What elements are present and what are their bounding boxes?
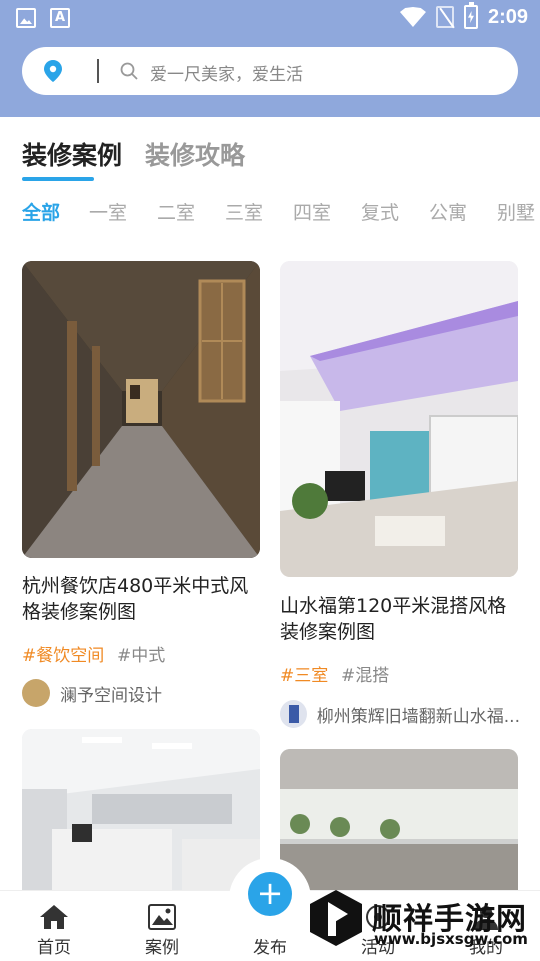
case-photo-restaurant[interactable] xyxy=(280,749,518,899)
case-tag[interactable]: #三室 xyxy=(280,661,328,686)
author-name: 澜予空间设计 xyxy=(60,685,162,706)
category-two-room[interactable]: 二室 xyxy=(157,198,195,225)
wifi-icon xyxy=(399,7,426,27)
case-tag[interactable]: #餐饮空间 xyxy=(22,641,104,666)
category-filter: 全部 一室 二室 三室 四室 复式 公寓 别墅 xyxy=(0,198,540,228)
tab-decoration-cases[interactable]: 装修案例 xyxy=(22,136,122,172)
status-time: 2:09 xyxy=(487,5,528,28)
case-photo-corridor[interactable] xyxy=(22,261,260,558)
case-title[interactable]: 杭州餐饮店480平米中式风格装修案例图 xyxy=(22,573,262,625)
avatar xyxy=(280,700,307,728)
category-one-room[interactable]: 一室 xyxy=(89,198,127,225)
avatar xyxy=(22,679,50,707)
image-icon xyxy=(147,903,177,931)
publish-fab-button[interactable]: + xyxy=(248,872,292,916)
category-duplex[interactable]: 复式 xyxy=(361,198,399,225)
nav-home-label: 首页 xyxy=(37,938,71,958)
category-apartment[interactable]: 公寓 xyxy=(429,198,467,225)
home-icon xyxy=(39,903,69,931)
category-four-room[interactable]: 四室 xyxy=(293,198,331,225)
search-input[interactable]: 爱一尺美家，爱生活 xyxy=(150,60,303,85)
battery-charging-icon xyxy=(463,2,478,29)
watermark-url: www.bjsxsgw.com xyxy=(374,930,528,948)
author-name: 柳州策辉旧墙翻新山水福... xyxy=(316,706,520,727)
watermark-logo xyxy=(306,888,366,948)
status-bar: A 2:09 xyxy=(0,0,540,36)
case-tag[interactable]: #中式 xyxy=(117,641,165,666)
tab-decoration-guides[interactable]: 装修攻略 xyxy=(145,136,245,172)
nav-cases-label: 案例 xyxy=(145,938,179,958)
case-tag[interactable]: #混搭 xyxy=(341,661,389,686)
watermark: 顺祥手游网 www.bjsxsgw.com xyxy=(306,886,538,956)
case-author[interactable]: 澜予空间设计 xyxy=(22,679,162,707)
category-all[interactable]: 全部 xyxy=(22,198,60,225)
search-divider xyxy=(97,59,99,83)
search-icon xyxy=(120,62,138,80)
category-three-room[interactable]: 三室 xyxy=(225,198,263,225)
case-author[interactable]: 柳州策辉旧墙翻新山水福... xyxy=(280,700,520,728)
image-icon xyxy=(16,8,36,28)
nav-cases[interactable]: 案例 xyxy=(108,891,216,961)
category-villa[interactable]: 别墅 xyxy=(497,198,535,225)
location-pin-icon[interactable] xyxy=(44,60,62,82)
header-bar: A 2:09 爱一尺美家，爱生活 xyxy=(0,0,540,117)
no-sim-icon xyxy=(435,6,454,28)
case-photo-living-room[interactable] xyxy=(280,261,518,577)
search-bar[interactable]: 爱一尺美家，爱生活 xyxy=(22,47,518,95)
active-tab-indicator xyxy=(22,177,94,181)
case-title[interactable]: 山水福第120平米混搭风格装修案例图 xyxy=(280,593,520,645)
case-photo-office[interactable] xyxy=(22,729,260,899)
nav-home[interactable]: 首页 xyxy=(0,891,108,961)
font-a-icon: A xyxy=(50,8,70,28)
